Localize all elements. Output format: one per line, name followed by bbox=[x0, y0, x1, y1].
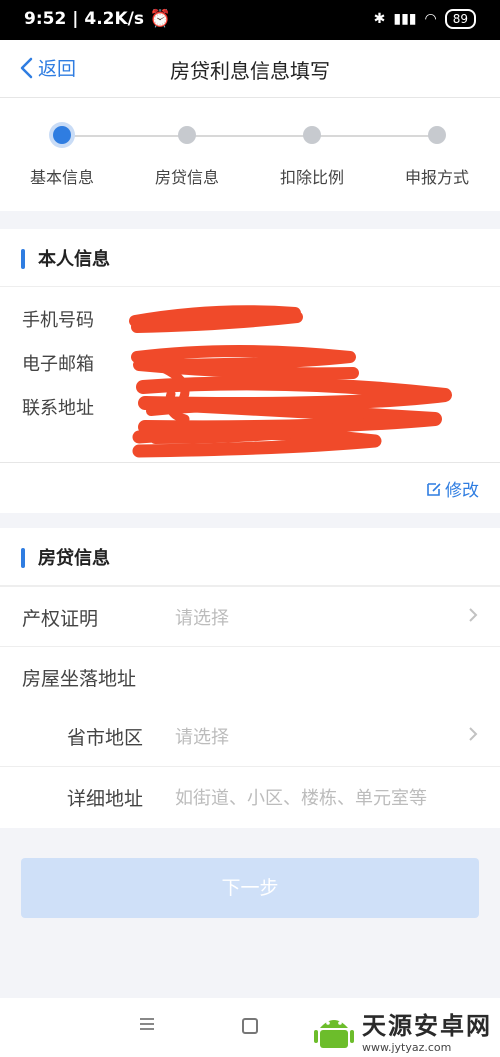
step-dot bbox=[303, 126, 321, 144]
android-logo-icon bbox=[314, 1020, 354, 1048]
wifi-icon: ◠ bbox=[424, 11, 437, 27]
edit-icon bbox=[427, 482, 441, 496]
redaction-scribble bbox=[129, 305, 452, 458]
status-bar: 9:52 | 4.2K/s ⏰ ✱ ▮▮▮ ◠ 89 bbox=[0, 0, 500, 40]
house-address-row: 房屋坐落地址 bbox=[0, 646, 500, 706]
region-label: 省市地区 bbox=[67, 727, 144, 749]
menu-icon[interactable] bbox=[139, 1016, 155, 1032]
network-speed: 4.2K/s bbox=[84, 9, 144, 29]
chevron-right-icon bbox=[469, 727, 478, 741]
status-icons: ✱ ▮▮▮ ◠ 89 bbox=[374, 9, 476, 29]
step-filing-method: 申报方式 bbox=[377, 126, 497, 188]
step-indicator: 基本信息 房贷信息 扣除比例 申报方式 bbox=[0, 98, 500, 211]
watermark: 天源安卓网 www.jytyaz.com bbox=[312, 1006, 492, 1054]
system-nav-bar: 天源安卓网 www.jytyaz.com bbox=[0, 998, 500, 1057]
email-label: 电子邮箱 bbox=[22, 354, 94, 375]
watermark-url: www.jytyaz.com bbox=[362, 1041, 452, 1054]
home-icon[interactable] bbox=[242, 1018, 258, 1034]
edit-bar: 修改 bbox=[0, 462, 500, 513]
clock-text: 9:52 bbox=[24, 9, 67, 29]
edit-button[interactable]: 修改 bbox=[426, 476, 479, 501]
step-dot bbox=[428, 126, 446, 144]
section-accent-bar bbox=[21, 249, 25, 269]
bluetooth-icon: ✱ bbox=[373, 11, 386, 27]
step-label: 房贷信息 bbox=[154, 168, 219, 187]
step-dot-active bbox=[53, 126, 71, 144]
personal-info-header: 本人信息 bbox=[0, 229, 500, 287]
property-certificate-label: 产权证明 bbox=[22, 608, 99, 630]
region-select[interactable]: 请选择 bbox=[175, 723, 229, 749]
region-row[interactable]: 省市地区 请选择 bbox=[0, 706, 500, 766]
property-certificate-row[interactable]: 产权证明 请选择 bbox=[0, 586, 500, 646]
nav-bar: 返回 房贷利息信息填写 bbox=[0, 40, 500, 98]
step-loan-info: 房贷信息 bbox=[127, 126, 247, 188]
detail-address-row[interactable]: 详细地址 如街道、小区、楼栋、单元室等 bbox=[0, 766, 500, 826]
section-accent-bar bbox=[21, 548, 25, 568]
personal-info-card: 本人信息 手机号码 电子邮箱 联系地址 修改 bbox=[0, 229, 500, 513]
loan-info-header: 房贷信息 bbox=[0, 528, 500, 586]
watermark-title: 天源安卓网 bbox=[362, 1012, 492, 1040]
alarm-icon: ⏰ bbox=[149, 9, 172, 29]
step-deduction-ratio: 扣除比例 bbox=[252, 126, 372, 188]
house-address-label: 房屋坐落地址 bbox=[22, 668, 137, 690]
section-title: 房贷信息 bbox=[38, 548, 110, 569]
page-title: 房贷利息信息填写 bbox=[170, 59, 330, 83]
step-label: 扣除比例 bbox=[279, 168, 344, 187]
chevron-right-icon bbox=[469, 608, 478, 622]
next-step-button[interactable]: 下一步 bbox=[21, 858, 479, 918]
signal-icon: ▮▮▮ bbox=[393, 11, 417, 27]
loan-info-card: 房贷信息 产权证明 请选择 房屋坐落地址 省市地区 请选择 详细地址 如街道、小… bbox=[0, 528, 500, 828]
step-basic-info: 基本信息 bbox=[2, 126, 122, 188]
section-title: 本人信息 bbox=[38, 249, 110, 270]
step-label: 基本信息 bbox=[29, 168, 94, 187]
step-label: 申报方式 bbox=[404, 168, 469, 187]
phone-label: 手机号码 bbox=[22, 310, 94, 331]
step-dot bbox=[178, 126, 196, 144]
detail-address-label: 详细地址 bbox=[67, 788, 144, 810]
battery-icon: 89 bbox=[444, 9, 476, 29]
status-time: 9:52 | 4.2K/s ⏰ bbox=[24, 9, 172, 29]
edit-label: 修改 bbox=[445, 481, 479, 501]
property-certificate-select[interactable]: 请选择 bbox=[175, 604, 229, 630]
detail-address-input[interactable]: 如街道、小区、楼栋、单元室等 bbox=[175, 784, 427, 810]
address-label: 联系地址 bbox=[22, 398, 94, 419]
